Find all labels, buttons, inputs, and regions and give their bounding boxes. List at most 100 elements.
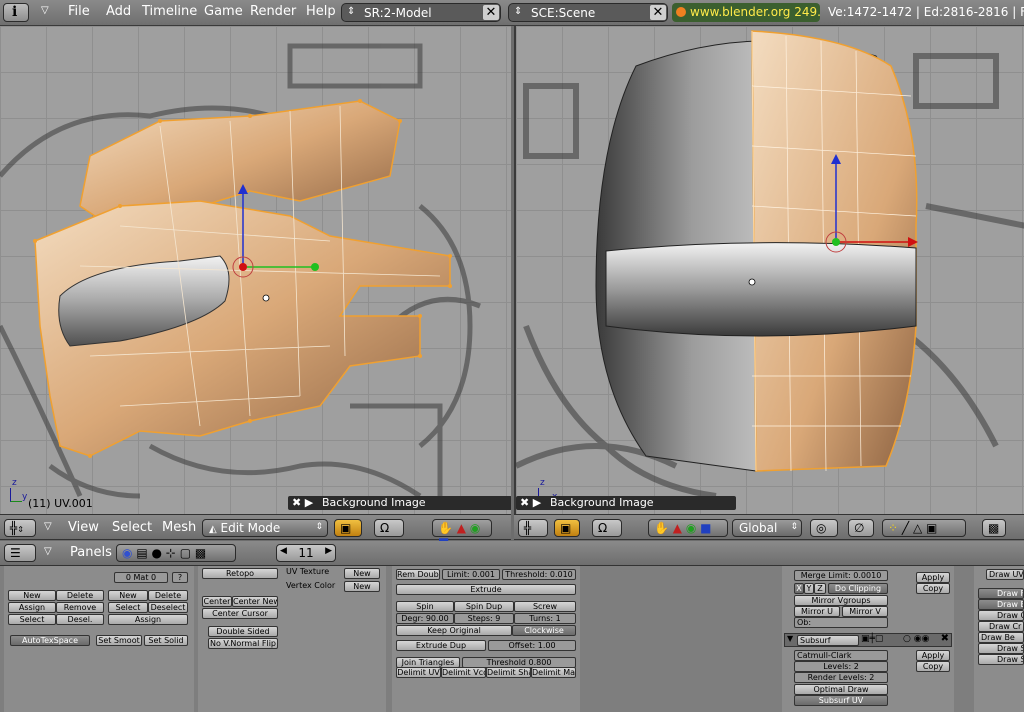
uv-texture-new-button[interactable]: New [344, 568, 380, 579]
manipulator-buttons[interactable]: ✋ ▲ ◉ ■ [432, 519, 492, 549]
draw-type-button[interactable]: ▣ [334, 519, 362, 537]
material-new-button[interactable]: New [108, 590, 148, 601]
optimal-draw-toggle[interactable]: Optimal Draw [794, 684, 888, 695]
steps-field[interactable]: Steps: 9 [454, 613, 514, 624]
vgroup-assign-button[interactable]: Assign [8, 602, 56, 613]
draw-type-button[interactable]: ▣ [554, 519, 580, 537]
editor-type-button[interactable]: ╬ [518, 519, 548, 537]
material-assign-button[interactable]: Assign [108, 614, 188, 625]
blender-url-link[interactable]: www.blender.org 249.2 [672, 3, 820, 22]
collapse-menu-icon[interactable]: ▽ [44, 546, 52, 557]
draw-creases2-toggle[interactable]: Draw Cr [978, 621, 1024, 632]
close-icon[interactable]: ✕ [483, 5, 499, 20]
menu-game[interactable]: Game [204, 4, 243, 19]
draw-sharp-toggle[interactable]: Draw S [978, 654, 1024, 665]
scene-selector[interactable]: ⇕ SCE:Scene ✕ [508, 3, 668, 22]
menu-file[interactable]: File [68, 4, 90, 19]
editor-type-button[interactable]: ☰ [4, 544, 36, 562]
center-new-button[interactable]: Center New [232, 596, 278, 607]
mirror-x-toggle[interactable]: X [794, 583, 804, 594]
delimit-uv-toggle[interactable]: Delimit UV [396, 667, 441, 678]
3d-viewport-right[interactable]: z x ✖ ▶ Background Image [514, 26, 1024, 514]
spin-button[interactable]: Spin [396, 601, 454, 612]
mirror-vgroups-toggle[interactable]: Mirror Vgroups [794, 595, 888, 606]
helmet-mesh-front[interactable] [516, 26, 1024, 514]
draw-edges-toggle[interactable]: Draw E [978, 599, 1024, 610]
vgroup-select-button[interactable]: Select [8, 614, 56, 625]
draw-bevel-toggle[interactable]: Draw Be [978, 632, 1024, 643]
retopo-toggle[interactable]: Retopo [202, 568, 278, 579]
spin-dup-button[interactable]: Spin Dup [454, 601, 514, 612]
mirror-v-toggle[interactable]: Mirror V [842, 606, 888, 617]
no-vnormal-flip-toggle[interactable]: No V.Normal Flip [208, 638, 278, 649]
menu-timeline[interactable]: Timeline [142, 4, 197, 19]
vgroup-remove-button[interactable]: Remove [56, 602, 104, 613]
collapse-menu-button[interactable]: ▽ [33, 3, 55, 22]
render-preview-button[interactable]: ▩ [982, 519, 1006, 537]
turns-field[interactable]: Turns: 1 [514, 613, 576, 624]
menu-panels[interactable]: Panels [70, 545, 112, 560]
remove-modifier-icon[interactable]: ✖ [941, 633, 949, 644]
vgroup-new-button[interactable]: New [8, 590, 56, 601]
next-frame-icon[interactable]: ▶ [325, 546, 332, 556]
modifier-toggle-icons[interactable]: ▣╪▢ [861, 634, 883, 644]
subsurf-apply-button[interactable]: Apply [916, 650, 950, 661]
center-cursor-button[interactable]: Center Cursor [202, 608, 278, 619]
snap-button[interactable]: ∅ [848, 519, 874, 537]
close-panel-icon[interactable]: ✖ ▶ [292, 496, 313, 509]
mirror-u-toggle[interactable]: Mirror U [794, 606, 840, 617]
remove-doubles-button[interactable]: Rem Doubl [396, 569, 440, 580]
editor-type-button[interactable]: ╬⇕ [4, 519, 36, 537]
expand-triangle-icon[interactable]: ▼ [787, 634, 793, 643]
menu-mesh[interactable]: Mesh [162, 520, 196, 535]
screw-button[interactable]: Screw [514, 601, 576, 612]
render-levels-field[interactable]: Render Levels: 2 [794, 672, 888, 683]
subsurf-name-field[interactable]: Subsurf [797, 635, 859, 646]
degrees-field[interactable]: Degr: 90.00 [396, 613, 454, 624]
modifier-move-icons[interactable]: ○ ◉◉ [903, 634, 929, 644]
close-panel-icon[interactable]: ✖ ▶ [520, 496, 541, 509]
material-deselect-button[interactable]: Deselect [148, 602, 188, 613]
subsurf-type-dropdown[interactable]: Catmull-Clark [794, 650, 888, 661]
collapse-menu-icon[interactable]: ▽ [44, 521, 52, 532]
helmet-mesh-side[interactable] [0, 26, 511, 514]
vertex-color-new-button[interactable]: New [344, 581, 380, 592]
delimit-ma-toggle[interactable]: Delimit Ma [531, 667, 576, 678]
menu-add[interactable]: Add [106, 4, 131, 19]
draw-uv-toggle[interactable]: Draw UV [986, 569, 1024, 580]
draw-seams-toggle[interactable]: Draw S [978, 643, 1024, 654]
mirror-object-field[interactable]: Ob: [794, 617, 888, 628]
pivot-button[interactable]: Ω [592, 519, 622, 537]
screen-selector[interactable]: ⇕ SR:2-Model ✕ [341, 3, 501, 22]
material-help-button[interactable]: ? [172, 572, 188, 583]
draw-faces-toggle[interactable]: Draw F [978, 588, 1024, 599]
select-mode-buttons[interactable]: ⁘ ╱ △ ▣ [882, 519, 966, 537]
manipulator-buttons[interactable]: ✋ ▲ ◉ ■ [648, 519, 728, 537]
close-icon[interactable]: ✕ [650, 5, 666, 20]
context-buttons[interactable]: ◉ ▤ ● ⊹ ▢ ▩ [116, 544, 236, 562]
mirror-apply-button[interactable]: Apply [916, 572, 950, 583]
vgroup-deselect-button[interactable]: Desel. [56, 614, 104, 625]
frame-counter[interactable]: ◀ 11 ▶ [276, 544, 336, 562]
background-image-panel[interactable]: ✖ ▶ Background Image [288, 496, 511, 510]
menu-select[interactable]: Select [112, 520, 152, 535]
proportional-edit-button[interactable]: ◎ [810, 519, 838, 537]
mirror-y-toggle[interactable]: Y [804, 583, 814, 594]
menu-help[interactable]: Help [306, 4, 336, 19]
offset-field[interactable]: Offset: 1.00 [488, 640, 576, 651]
draw-creases-toggle[interactable]: Draw Cr [978, 610, 1024, 621]
info-window-type-button[interactable]: i [3, 3, 29, 22]
screen-name[interactable]: SR:2-Model [364, 6, 432, 20]
levels-field[interactable]: Levels: 2 [794, 661, 888, 672]
scene-name[interactable]: SCE:Scene [531, 6, 595, 20]
material-select-button[interactable]: Select [108, 602, 148, 613]
subsurf-modifier-header[interactable]: ▼ Subsurf ▣╪▢ ○ ◉◉ ✖ [784, 633, 952, 647]
subsurf-uv-toggle[interactable]: Subsurf UV [794, 695, 888, 706]
material-delete-button[interactable]: Delete [148, 590, 188, 601]
extrude-button[interactable]: Extrude [396, 584, 576, 595]
mirror-copy-button[interactable]: Copy [916, 583, 950, 594]
clockwise-toggle[interactable]: Clockwise [512, 625, 576, 636]
merge-limit-field[interactable]: Merge Limit: 0.0010 [794, 570, 888, 581]
set-smooth-button[interactable]: Set Smoot [96, 635, 142, 646]
delimit-sha-toggle[interactable]: Delimit Sha [486, 667, 531, 678]
